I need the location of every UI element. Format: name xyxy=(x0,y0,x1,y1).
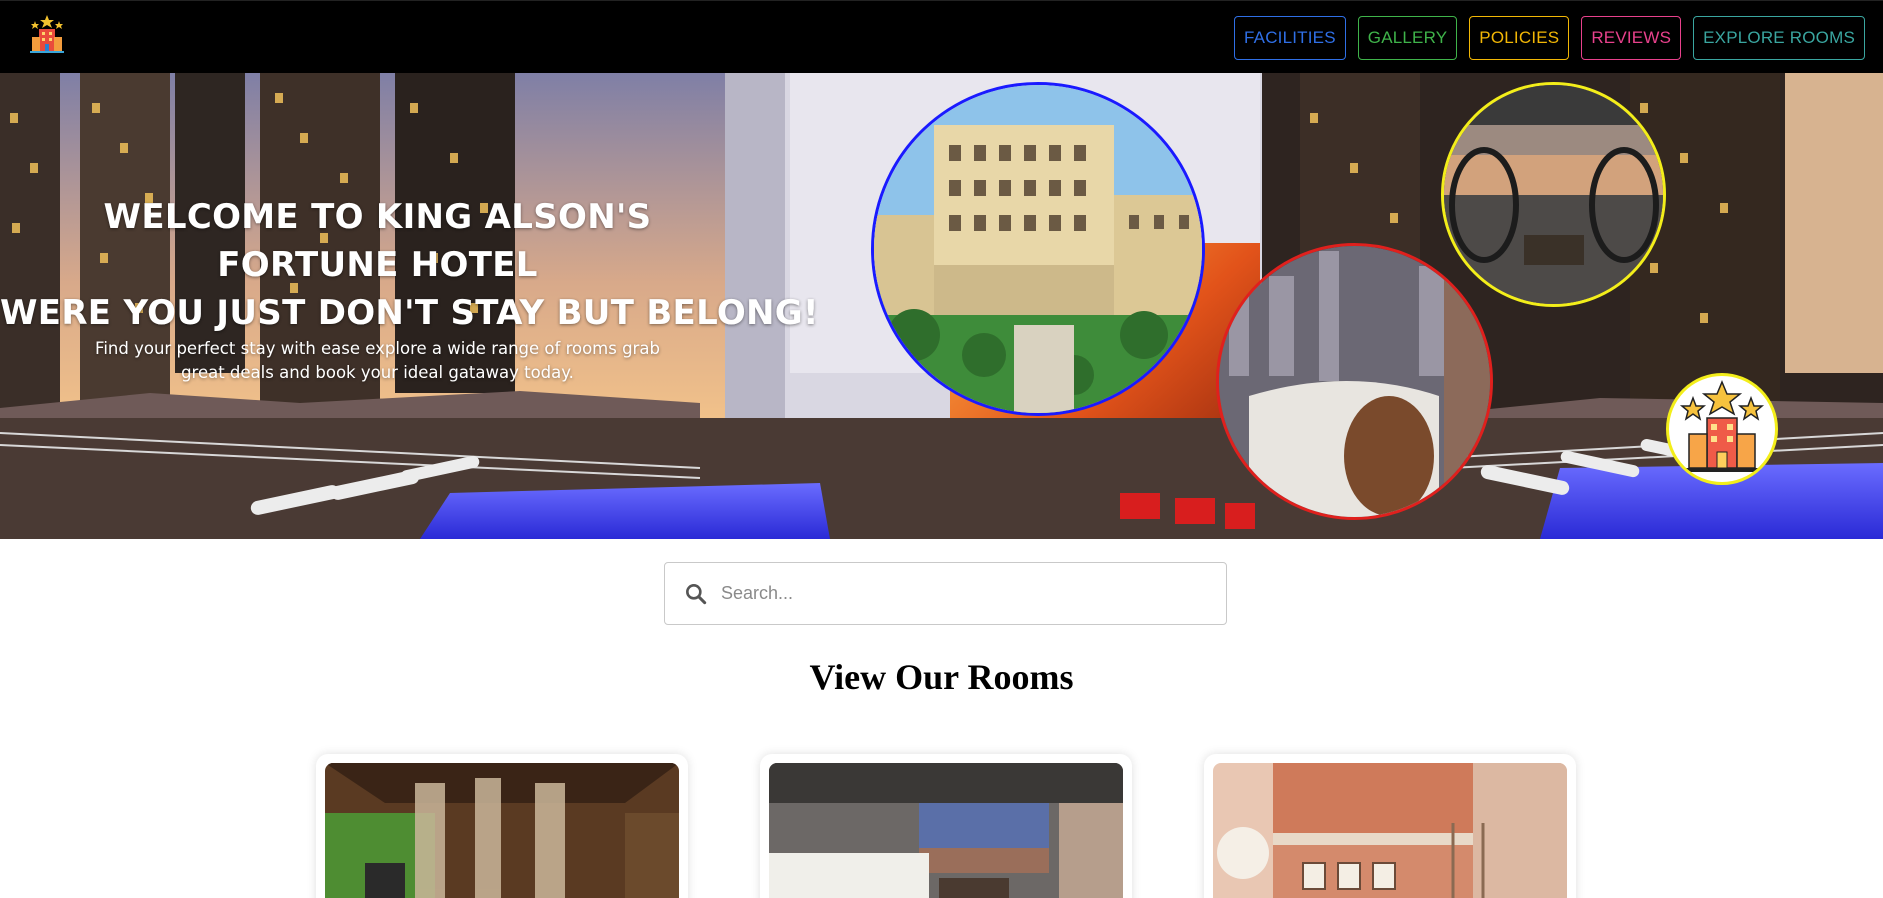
room-card[interactable] xyxy=(316,754,688,898)
room-photo-bunk-room xyxy=(1213,763,1567,898)
nav-gallery-button[interactable]: GALLERY xyxy=(1357,16,1458,60)
search-icon xyxy=(686,583,707,604)
search-input[interactable] xyxy=(721,573,1226,614)
hero-text-block: WELCOME TO KING ALSON'S FORTUNE HOTEL WE… xyxy=(0,193,819,385)
hotel-stars-badge-icon xyxy=(1666,373,1778,485)
hero-banner: WELCOME TO KING ALSON'S FORTUNE HOTEL WE… xyxy=(0,73,1883,539)
nav-links: FACILITIES GALLERY POLICIES REVIEWS EXPL… xyxy=(1234,16,1865,60)
nav-policies-button[interactable]: POLICIES xyxy=(1469,16,1570,60)
room-photo-canopy-bed xyxy=(325,763,679,898)
room-card[interactable] xyxy=(760,754,1132,898)
nav-facilities-button[interactable]: FACILITIES xyxy=(1234,16,1346,60)
nav-explore-rooms-button[interactable]: EXPLORE ROOMS xyxy=(1693,16,1865,60)
hotel-logo-icon[interactable] xyxy=(26,13,68,55)
room-photo-city-view xyxy=(769,763,1123,898)
hero-title-line2: WERE YOU JUST DON'T STAY BUT BELONG! xyxy=(0,293,819,333)
nav-reviews-button[interactable]: REVIEWS xyxy=(1581,16,1682,60)
hotel-building-photo xyxy=(871,82,1205,416)
room-search-bar[interactable] xyxy=(664,562,1227,625)
hanging-chairs-photo xyxy=(1441,82,1666,307)
top-navbar: FACILITIES GALLERY POLICIES REVIEWS EXPL… xyxy=(0,0,1883,73)
rooms-section-title: View Our Rooms xyxy=(809,657,1074,697)
bathtub-photo xyxy=(1216,243,1493,520)
room-card[interactable] xyxy=(1204,754,1576,898)
hero-title-line1: WELCOME TO KING ALSON'S FORTUNE HOTEL xyxy=(103,197,652,285)
hero-subtitle: Find your perfect stay with ease explore… xyxy=(95,339,660,382)
